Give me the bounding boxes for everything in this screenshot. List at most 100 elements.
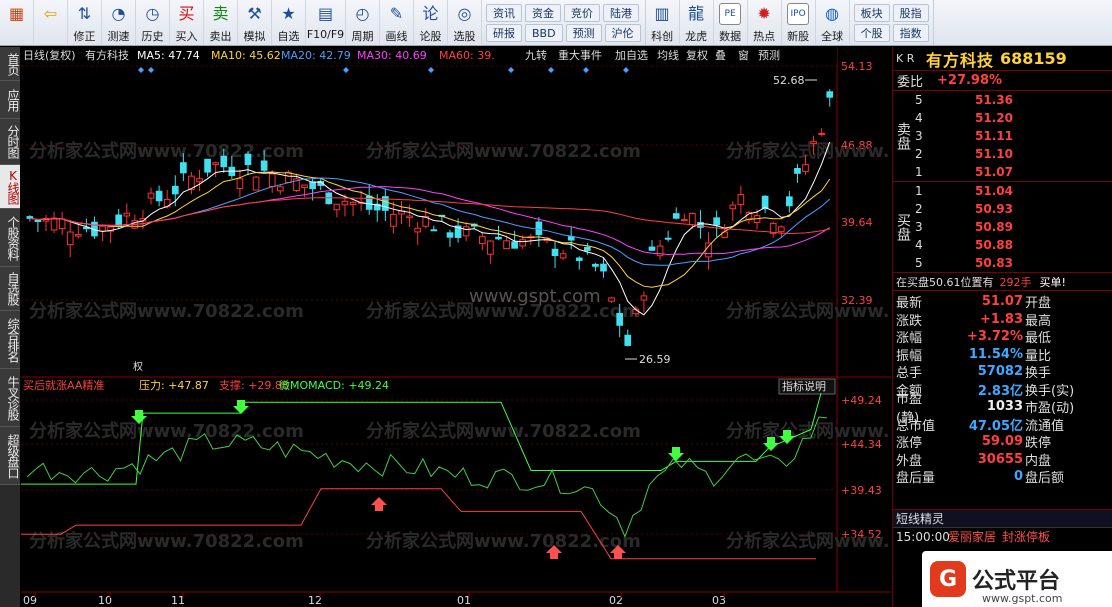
tb-button-8[interactable]: ★ 自选 <box>272 0 306 44</box>
candle-body <box>729 204 737 210</box>
left-tab-5[interactable]: 自选股 <box>0 267 20 311</box>
candle-body <box>462 226 470 237</box>
tb2-button-2[interactable]: PE 数据 <box>714 0 748 44</box>
grid2-item[interactable]: 个股 <box>853 23 890 42</box>
tb-button-13[interactable]: ◎ 选股 <box>448 0 482 44</box>
tb2-button-5[interactable]: ◍ 全球 <box>816 0 850 44</box>
sell-level-row[interactable]: 5 51.36 <box>913 91 1112 109</box>
left-tab-0[interactable]: 首页 <box>0 47 20 81</box>
candle-body <box>567 236 575 241</box>
sell-level-row[interactable]: 2 51.10 <box>913 145 1112 163</box>
candle-body <box>786 196 793 207</box>
stat-label-2: 最低 <box>1025 331 1052 347</box>
tb2-button-4[interactable]: IPO 新股 <box>782 0 816 44</box>
grid2-item[interactable]: 板块 <box>853 3 890 22</box>
candle-body <box>430 229 438 232</box>
buy-level-row[interactable]: 1 51.04 <box>913 182 1112 200</box>
tb-button-1[interactable]: ⇦ <box>34 0 68 44</box>
kline-tool-5[interactable]: 叠 <box>715 49 726 62</box>
wizard-entry[interactable]: 15:00:00 爱丽家居 封涨停板 <box>893 528 1112 546</box>
stat-label-2: 内盘 <box>1025 453 1052 469</box>
kline-tool-2[interactable]: 加自选 <box>615 49 648 62</box>
tb-button-2[interactable]: ⇅ 修正 <box>68 0 102 44</box>
kline-chart[interactable]: 54.1346.8839.6432.39+49.24+44.34+39.43+3… <box>21 47 1001 607</box>
candle-body <box>600 263 607 272</box>
indicator-axis-label: +39.43 <box>841 484 882 497</box>
candle-body <box>180 162 187 174</box>
stat-row: 最新 51.07 开盘 <box>893 293 1112 311</box>
grid1-item[interactable]: 预测 <box>565 23 602 42</box>
left-tab-2[interactable]: 分时图 <box>0 119 20 165</box>
hot-icon: ✹ <box>757 4 771 23</box>
kline-tool-1[interactable]: 重大事件 <box>558 48 602 62</box>
candle-body <box>74 234 82 237</box>
toolbar-button-label: 选股 <box>453 30 476 43</box>
tb-button-11[interactable]: ✎ 画线 <box>380 0 414 44</box>
candle-body <box>99 225 106 232</box>
candle-body <box>705 242 712 258</box>
tb-button-6[interactable]: 卖卖出 <box>204 0 238 44</box>
grid1-item[interactable]: BBD <box>525 23 563 42</box>
buy-level-row[interactable]: 5 50.83 <box>913 254 1112 272</box>
stat-value: 2.83亿 <box>977 383 1023 399</box>
kline-chart-area[interactable]: 54.13 46.88 39.64 32.39 +49.24 +44.34 +39.43 +3… <box>21 47 1001 607</box>
toolbar-button-label: 模拟 <box>243 30 266 43</box>
tb-button-4[interactable]: ◷ 历史 <box>136 0 170 44</box>
grid2-item[interactable]: 指数 <box>892 23 929 42</box>
kline-tool-6[interactable]: 窗 <box>738 48 749 62</box>
buy-level-row[interactable]: 3 50.89 <box>913 218 1112 236</box>
grid1-item[interactable]: 资金 <box>525 3 561 22</box>
indicator-help-label[interactable]: 指标说明 <box>782 379 826 393</box>
globe-icon: ◍ <box>825 4 840 23</box>
stat-value: 57082 <box>977 364 1023 380</box>
tb2-button-3[interactable]: ✹ 热点 <box>748 0 782 44</box>
grid1-item[interactable]: 资讯 <box>486 3 522 22</box>
grid1-item[interactable]: 研报 <box>486 23 522 42</box>
tb-button-10[interactable]: ◴ 周期 <box>346 0 380 44</box>
stat-label-2: 盘后额 <box>1025 471 1065 487</box>
sell-level-row[interactable]: 4 51.20 <box>913 109 1112 127</box>
stat-label: 总手 <box>896 366 923 382</box>
candle-body <box>818 132 825 135</box>
grid1-item[interactable]: 竞价 <box>564 3 600 22</box>
stat-label: 最新 <box>896 296 923 312</box>
grid1-item[interactable]: 陆港 <box>603 3 639 22</box>
grid2-item[interactable]: 股指 <box>892 3 929 22</box>
stat-value: +1.83 <box>980 311 1023 327</box>
candle-body <box>252 176 260 191</box>
stat-row: 涨幅 +3.72% 最低 <box>893 328 1112 346</box>
sell-level-row[interactable]: 1 51.07 <box>913 163 1112 181</box>
grid1-item[interactable]: 沪伦 <box>604 23 641 42</box>
left-tab-7[interactable]: 牛叉诊股 <box>0 369 20 427</box>
tb-button-7[interactable]: ⚒ 模拟 <box>238 0 272 44</box>
candle-body <box>58 218 66 230</box>
buy-book: 买盘 1 51.04 2 50.93 3 50.89 4 50.88 5 50.83 <box>893 182 1112 273</box>
buy-level-row[interactable]: 4 50.88 <box>913 236 1112 254</box>
tb-button-3[interactable]: ◔ 测速 <box>102 0 136 44</box>
tb-button-0[interactable]: ▦ <box>0 0 34 44</box>
kline-tool-4[interactable]: 复权 <box>686 48 708 62</box>
tb-button-12[interactable]: 论论股 <box>414 0 448 44</box>
left-tab-1[interactable]: 应用 <box>0 81 20 119</box>
kline-tool-0[interactable]: 九转 <box>525 48 547 62</box>
tb2-button-1[interactable]: 龍龙虎 <box>680 0 714 44</box>
left-tab-8[interactable]: 超级盘口 <box>0 427 20 485</box>
level-index: 2 <box>915 147 923 161</box>
tb-button-5[interactable]: 买买入 <box>170 0 204 44</box>
left-tab-3[interactable]: K线图 <box>0 165 20 209</box>
tb-button-9[interactable]: ▤ F10/F9 <box>306 0 346 44</box>
left-tab-6[interactable]: 综合排名 <box>0 311 20 369</box>
stat-label: 外盘 <box>896 453 923 469</box>
candle-body <box>640 295 648 301</box>
tb2-button-0[interactable]: ▥ 科创 <box>646 0 680 44</box>
logo-mark: G <box>930 561 966 597</box>
candle-body <box>503 240 510 250</box>
wizard-title[interactable]: 短线精灵 <box>893 510 1112 528</box>
dragon-tiger-icon: 龍 <box>688 4 705 23</box>
ipo-icon: IPO <box>787 3 810 25</box>
kline-tool-3[interactable]: 均线 <box>657 48 679 62</box>
sell-level-row[interactable]: 3 51.11 <box>913 127 1112 145</box>
left-tab-4[interactable]: 个股资料 <box>0 209 20 267</box>
buy-level-row[interactable]: 2 50.93 <box>913 200 1112 218</box>
kline-tool-7[interactable]: 预测 <box>758 49 780 62</box>
